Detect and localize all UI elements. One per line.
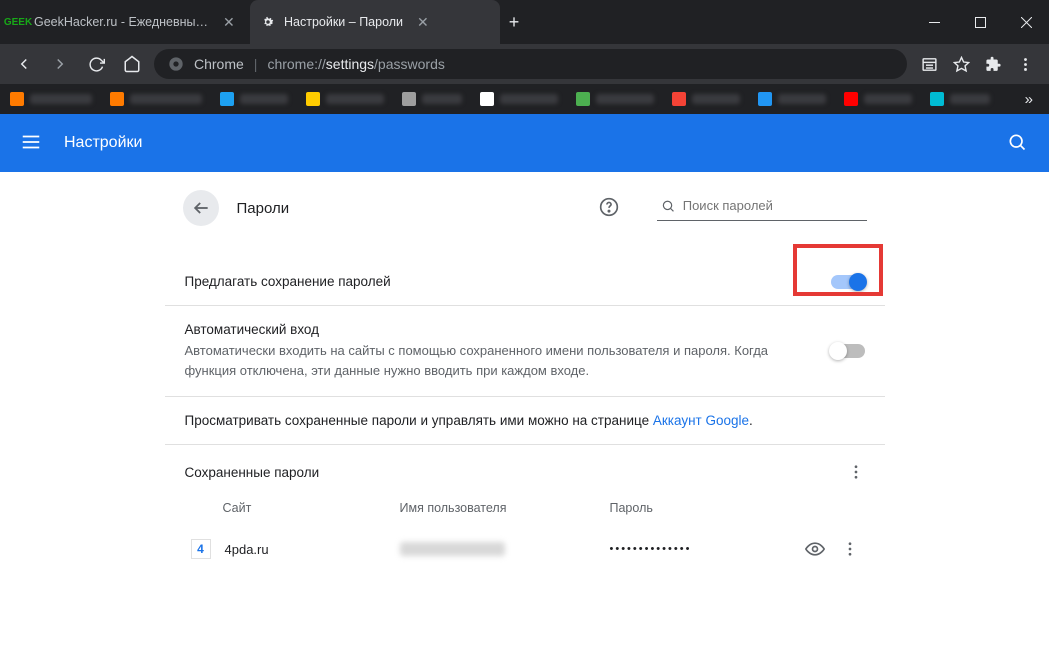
settings-header: Настройки <box>0 114 1049 172</box>
bookmark-item[interactable] <box>930 92 990 106</box>
tab-1[interactable]: Настройки – Пароли ✕ <box>250 0 500 44</box>
chrome-icon <box>168 56 184 72</box>
bookmark-item[interactable] <box>306 92 384 106</box>
window-controls <box>911 0 1049 44</box>
google-account-link[interactable]: Аккаунт Google <box>653 413 749 428</box>
minimize-button[interactable] <box>911 0 957 44</box>
bookmark-item[interactable] <box>758 92 826 106</box>
username-cell <box>400 542 610 556</box>
site-cell[interactable]: 4 4pda.ru <box>185 539 400 559</box>
titlebar: GEEK GeekHacker.ru - Ежедневный жу ✕ Нас… <box>0 0 1049 44</box>
extensions-icon[interactable] <box>979 50 1007 78</box>
reading-list-icon[interactable] <box>915 50 943 78</box>
omnibox-separator: | <box>254 56 258 72</box>
home-button[interactable] <box>118 50 146 78</box>
bookmark-item[interactable] <box>10 92 92 106</box>
card-header: Пароли <box>165 182 885 234</box>
header-search-icon[interactable] <box>1007 132 1029 154</box>
omnibox[interactable]: Chrome | chrome://settings/passwords <box>154 49 907 79</box>
manage-link-row: Просматривать сохраненные пароли и управ… <box>165 396 885 444</box>
back-arrow-button[interactable] <box>183 190 219 226</box>
new-tab-button[interactable]: + <box>500 0 528 44</box>
bookmark-item[interactable] <box>110 92 202 106</box>
saved-passwords-header: Сохраненные пароли <box>165 444 885 491</box>
tab-0[interactable]: GEEK GeekHacker.ru - Ежедневный жу ✕ <box>0 0 250 44</box>
bookmarks-bar: » <box>0 84 1049 114</box>
help-icon[interactable] <box>599 197 621 219</box>
reload-button[interactable] <box>82 50 110 78</box>
auto-signin-row: Автоматический вход Автоматически входит… <box>165 305 885 396</box>
offer-save-title: Предлагать сохранение паролей <box>185 274 831 289</box>
bookmark-item[interactable] <box>220 92 288 106</box>
bookmark-item[interactable] <box>672 92 740 106</box>
col-site: Сайт <box>185 501 400 515</box>
bookmark-star-icon[interactable] <box>947 50 975 78</box>
forward-button[interactable] <box>46 50 74 78</box>
bookmark-item[interactable] <box>844 92 912 106</box>
col-pass: Пароль <box>610 501 865 515</box>
password-cell: •••••••••••••• <box>610 543 805 555</box>
offer-save-row: Предлагать сохранение паролей <box>165 258 885 305</box>
favicon-0: GEEK <box>10 14 26 30</box>
search-passwords[interactable] <box>657 196 867 221</box>
password-row: 4 4pda.ru •••••••••••••• <box>165 529 885 569</box>
menu-icon[interactable] <box>1011 50 1039 78</box>
search-icon <box>661 198 675 214</box>
maximize-button[interactable] <box>957 0 1003 44</box>
auto-signin-title: Автоматический вход <box>185 322 831 337</box>
chrome-label: Chrome <box>194 56 244 72</box>
page-body[interactable]: Пароли Предлагать сохранение паролей <box>0 172 1049 650</box>
content: Настройки Пароли <box>0 114 1049 650</box>
close-window-button[interactable] <box>1003 0 1049 44</box>
gear-icon <box>260 14 276 30</box>
manage-text: Просматривать сохраненные пароли и управ… <box>185 413 753 428</box>
tab-0-title: GeekHacker.ru - Ежедневный жу <box>34 15 209 29</box>
column-headers: Сайт Имя пользователя Пароль <box>165 491 885 529</box>
saved-passwords-title: Сохраненные пароли <box>185 465 320 480</box>
bookmark-item[interactable] <box>480 92 558 106</box>
url-text: chrome://settings/passwords <box>267 56 444 72</box>
page-title: Пароли <box>237 200 290 217</box>
address-bar: Chrome | chrome://settings/passwords <box>0 44 1049 84</box>
tab-1-title: Настройки – Пароли <box>284 15 403 29</box>
auto-signin-subtitle: Автоматически входить на сайты с помощью… <box>185 341 795 380</box>
bookmark-item[interactable] <box>576 92 654 106</box>
show-password-icon[interactable] <box>805 539 841 559</box>
site-favicon: 4 <box>191 539 211 559</box>
search-input[interactable] <box>683 198 863 213</box>
section-more-icon[interactable] <box>847 463 865 481</box>
hamburger-icon[interactable] <box>20 131 44 155</box>
offer-save-toggle[interactable] <box>831 275 865 289</box>
site-name: 4pda.ru <box>225 542 269 557</box>
tab-1-close[interactable]: ✕ <box>417 14 429 31</box>
bookmark-item[interactable] <box>402 92 462 106</box>
bookmarks-overflow-icon[interactable]: » <box>1025 91 1039 108</box>
settings-title: Настройки <box>64 134 142 152</box>
back-button[interactable] <box>10 50 38 78</box>
row-more-icon[interactable] <box>841 540 865 558</box>
settings-card: Пароли Предлагать сохранение паролей <box>165 182 885 650</box>
auto-signin-toggle[interactable] <box>831 344 865 358</box>
col-user: Имя пользователя <box>400 501 610 515</box>
tab-0-close[interactable]: ✕ <box>223 14 235 31</box>
